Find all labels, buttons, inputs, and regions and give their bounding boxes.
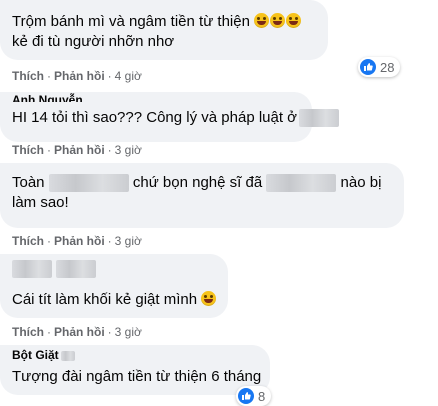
comment-actions: Thích · Phản hồi · 4 giờ bbox=[12, 69, 142, 83]
laughing-face-emoji-icon bbox=[286, 13, 302, 28]
reply-button[interactable]: Phản hồi bbox=[54, 325, 105, 339]
separator: · bbox=[107, 143, 112, 157]
comment-author-name: Bột Giặt bbox=[12, 349, 59, 361]
comment-text: HI 14 tỏi thì sao??? Công lý và pháp luậ… bbox=[12, 108, 340, 128]
comment-author[interactable]: Anh Nguyễn bbox=[12, 93, 300, 102]
comment-text-part: nào bị bbox=[340, 174, 382, 191]
like-button[interactable]: Thích bbox=[12, 143, 44, 157]
like-button[interactable]: Thích bbox=[12, 69, 44, 83]
comment-text-part: HI 14 tỏi thì sao??? Công lý và pháp luậ… bbox=[12, 109, 298, 126]
laughing-face-emoji-icon bbox=[270, 13, 286, 28]
reaction-count[interactable]: 28 bbox=[358, 57, 401, 77]
comment-text-line2: làm sao! bbox=[12, 194, 69, 211]
reply-button[interactable]: Phản hồi bbox=[54, 234, 105, 248]
like-icon bbox=[238, 388, 254, 404]
timestamp[interactable]: 3 giờ bbox=[115, 325, 142, 339]
redacted-blur bbox=[56, 260, 97, 278]
comment-bubble: Bột Giặt Tượng đài ngâm tiền từ thiện 6 … bbox=[0, 345, 270, 395]
reply-button[interactable]: Phản hồi bbox=[54, 69, 105, 83]
separator: · bbox=[107, 234, 112, 248]
redacted-blur bbox=[266, 174, 337, 193]
comment-bubble: Anh Nguyễn HI 14 tỏi thì sao??? Công lý … bbox=[0, 92, 340, 142]
comment-text: Trộm bánh mì và ngâm tiền từ thiện kẻ đi… bbox=[12, 12, 316, 52]
comment-text-part: Trộm bánh mì và ngâm tiền từ thiện bbox=[12, 13, 255, 30]
comment-bubble: Cái tít làm khối kẻ giật mình bbox=[0, 254, 228, 318]
reply-button[interactable]: Phản hồi bbox=[54, 143, 105, 157]
separator: · bbox=[47, 325, 51, 339]
comment-text: Toàn chứ bọn nghệ sĩ đã nào bị bbox=[12, 173, 392, 193]
comment-text: Tượng đài ngâm tiền từ thiện 6 tháng bbox=[12, 368, 262, 385]
comment-text-part: chứ bọn nghệ sĩ đã bbox=[132, 174, 263, 191]
comment-actions: Thích · Phản hồi · 3 giờ bbox=[12, 234, 142, 248]
reaction-number: 8 bbox=[258, 388, 266, 404]
separator: · bbox=[47, 234, 51, 248]
comment-bubble: Toàn chứ bọn nghệ sĩ đã nào bị làm sao! bbox=[0, 163, 404, 228]
laughing-face-emoji-icon bbox=[254, 13, 270, 28]
separator: · bbox=[47, 143, 51, 157]
reaction-count[interactable]: 8 bbox=[236, 386, 272, 406]
separator: · bbox=[107, 325, 112, 339]
redacted-blur bbox=[48, 174, 129, 193]
redacted-blur bbox=[12, 260, 52, 278]
timestamp[interactable]: 4 giờ bbox=[115, 69, 142, 83]
like-button[interactable]: Thích bbox=[12, 325, 44, 339]
laughing-face-emoji-icon bbox=[201, 291, 217, 306]
timestamp[interactable]: 3 giờ bbox=[115, 143, 142, 157]
redacted-blur bbox=[60, 350, 75, 361]
comment-bubble: Trộm bánh mì và ngâm tiền từ thiện kẻ đi… bbox=[0, 0, 328, 60]
comment-author[interactable]: Bột Giặt bbox=[12, 349, 258, 361]
like-button[interactable]: Thích bbox=[12, 234, 44, 248]
comment-actions: Thích · Phản hồi · 3 giờ bbox=[12, 143, 142, 157]
reaction-number: 28 bbox=[380, 59, 395, 75]
comment-text-part: kẻ đi tù người nhỡn nhơ bbox=[12, 33, 175, 50]
comment-actions: Thích · Phản hồi · 3 giờ bbox=[12, 325, 142, 339]
comment-text-part: Toàn bbox=[12, 174, 45, 191]
comment-text-part: Cái tít làm khối kẻ giật mình bbox=[12, 291, 198, 308]
separator: · bbox=[107, 69, 112, 83]
like-icon bbox=[360, 59, 376, 75]
redacted-blur bbox=[299, 109, 340, 128]
author-redacted bbox=[12, 260, 216, 280]
separator: · bbox=[47, 69, 51, 83]
timestamp[interactable]: 3 giờ bbox=[115, 234, 142, 248]
comment-text: Cái tít làm khối kẻ giật mình bbox=[12, 290, 217, 310]
